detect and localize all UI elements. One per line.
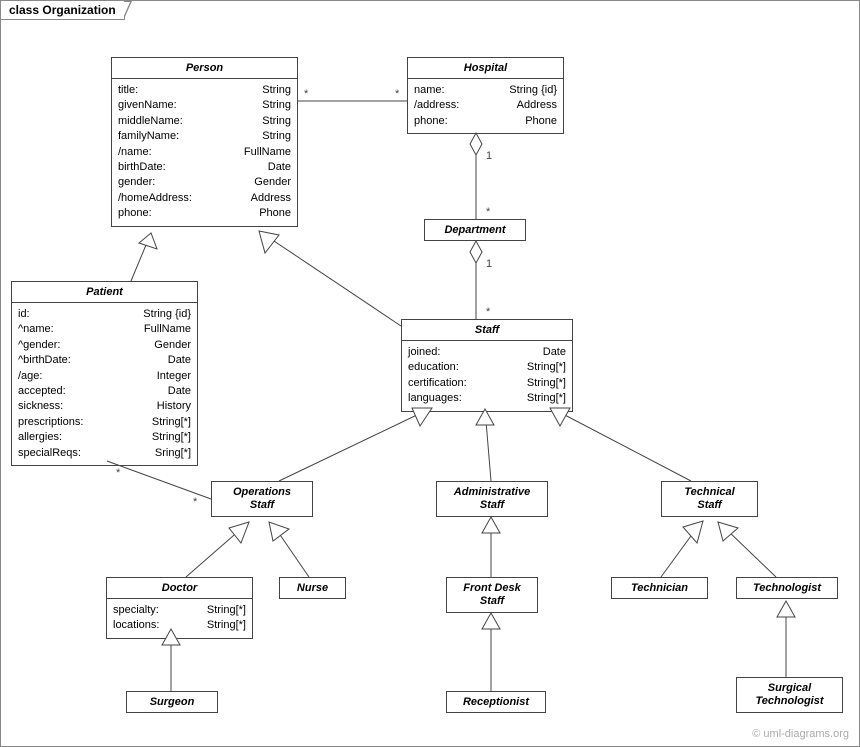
class-hospital: Hospital name:String {id} /address:Addre… — [407, 57, 564, 134]
class-staff: Staff joined:Date education:String[*] ce… — [401, 319, 573, 412]
class-title: Person — [112, 58, 297, 79]
class-title: Doctor — [107, 578, 252, 599]
class-doctor: Doctor specialty:String[*] locations:Str… — [106, 577, 253, 639]
class-technician: Technician — [611, 577, 708, 599]
class-title: Hospital — [408, 58, 563, 79]
class-receptionist: Receptionist — [446, 691, 546, 713]
class-title: Surgical Technologist — [737, 678, 842, 712]
mult-label: * — [486, 306, 491, 318]
class-title: Nurse — [280, 578, 345, 598]
mult-label: * — [116, 467, 121, 479]
class-title: Operations Staff — [212, 482, 312, 516]
class-attrs: title:String givenName:String middleName… — [112, 79, 297, 226]
mult-label: * — [395, 88, 400, 100]
watermark: © uml-diagrams.org — [752, 728, 849, 740]
class-administrative-staff: Administrative Staff — [436, 481, 548, 517]
class-title: Department — [425, 220, 525, 240]
class-title: Technical Staff — [662, 482, 757, 516]
uml-frame: class Organization Person title:String g… — [0, 0, 860, 747]
class-title: Patient — [12, 282, 197, 303]
class-title: Front Desk Staff — [447, 578, 537, 612]
class-frontdesk-staff: Front Desk Staff — [446, 577, 538, 613]
class-title: Administrative Staff — [437, 482, 547, 516]
class-title: Surgeon — [127, 692, 217, 712]
class-department: Department — [424, 219, 526, 241]
class-technical-staff: Technical Staff — [661, 481, 758, 517]
class-nurse: Nurse — [279, 577, 346, 599]
mult-label: * — [486, 206, 491, 218]
class-title: Receptionist — [447, 692, 545, 712]
class-title: Technician — [612, 578, 707, 598]
class-surgeon: Surgeon — [126, 691, 218, 713]
class-patient: Patient id:String {id} ^name:FullName ^g… — [11, 281, 198, 466]
mult-label: * — [193, 496, 198, 508]
frame-label: class Organization — [0, 0, 125, 20]
class-technologist: Technologist — [736, 577, 838, 599]
class-attrs: specialty:String[*] locations:String[*] — [107, 599, 252, 638]
class-surgical-technologist: Surgical Technologist — [736, 677, 843, 713]
mult-label: 1 — [486, 258, 492, 270]
class-operations-staff: Operations Staff — [211, 481, 313, 517]
class-title: Staff — [402, 320, 572, 341]
class-person: Person title:String givenName:String mid… — [111, 57, 298, 227]
class-attrs: name:String {id} /address:Address phone:… — [408, 79, 563, 133]
mult-label: * — [304, 88, 309, 100]
class-title: Technologist — [737, 578, 837, 598]
mult-label: 1 — [486, 150, 492, 162]
class-attrs: joined:Date education:String[*] certific… — [402, 341, 572, 411]
class-attrs: id:String {id} ^name:FullName ^gender:Ge… — [12, 303, 197, 465]
